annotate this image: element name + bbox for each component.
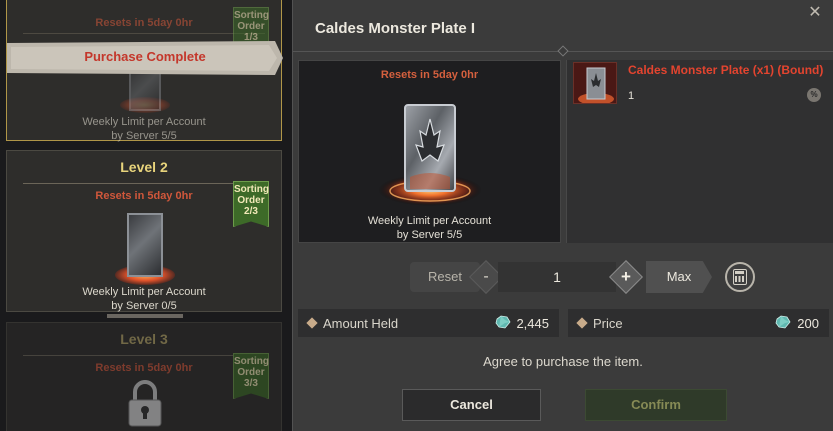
reward-item-icon[interactable] [573, 62, 617, 104]
amount-held-label: Amount Held [323, 316, 399, 331]
banner-text: Purchase Complete [84, 49, 206, 64]
diamond-bullet-icon [576, 317, 588, 329]
quantity-controls: Reset - 1 + Max [293, 258, 833, 298]
gem-currency-icon [775, 315, 791, 329]
amount-held-value: 2,445 [516, 316, 549, 331]
quantity-input[interactable]: 1 [498, 262, 616, 292]
calculator-icon [733, 269, 747, 285]
price-label: Price [593, 316, 623, 331]
reward-list: Caldes Monster Plate (x1) (Bound) 1 % [566, 60, 833, 243]
sorting-order-label: Sorting Order [234, 10, 269, 32]
diamond-bullet-icon [306, 317, 318, 329]
weekly-limit-line1: Weekly Limit per Account [367, 215, 492, 227]
minus-icon: - [483, 268, 489, 285]
purchase-complete-banner: Purchase Complete [7, 41, 283, 75]
amount-held-box: Amount Held 2,445 [298, 309, 559, 337]
price-value: 200 [797, 316, 819, 331]
close-icon: ✕ [808, 4, 822, 21]
max-button[interactable]: Max [646, 261, 712, 293]
gem-currency-icon [495, 315, 511, 329]
reward-item-quantity: 1 [628, 90, 635, 102]
card-title: Level 3 [120, 331, 168, 347]
monster-plate-thumb [578, 67, 614, 103]
weekly-limit-line1: Weekly Limit per Account [82, 286, 206, 298]
weekly-limit-line1: Weekly Limit per Account [82, 116, 206, 128]
weekly-limit-text: Weekly Limit per Account by Server 5/5 [7, 115, 281, 143]
card-slot-bar [107, 314, 183, 318]
item-preview: Resets in 5day 0hr Weekly Limit per Acco… [298, 60, 561, 243]
preview-weekly-limit: Weekly Limit per Account by Server 5/5 [299, 214, 560, 242]
shop-list-panel: Resets in 5day 0hr Sorting Order 1/3 Pur… [0, 0, 292, 431]
shop-card-level-1[interactable]: Resets in 5day 0hr Sorting Order 1/3 Pur… [6, 0, 283, 143]
purchase-dialog: Caldes Monster Plate I ✕ Resets in 5day … [292, 0, 833, 431]
sorting-order-ribbon: Sorting Order 3/3 [233, 353, 269, 399]
card-divider [23, 33, 265, 34]
lock-icon [128, 380, 162, 427]
monster-plate-icon [127, 213, 163, 277]
sorting-order-label: Sorting Order [234, 356, 269, 378]
sorting-order-label: Sorting Order [234, 184, 269, 206]
calculator-button[interactable] [725, 262, 755, 292]
price-box: Price 200 [568, 309, 829, 337]
shop-card-level-3[interactable]: Level 3 Resets in 5day 0hr Sorting Order… [6, 322, 282, 431]
card-divider [23, 355, 265, 356]
sorting-order-value: 3/3 [244, 378, 258, 389]
weekly-limit-line2: by Server 5/5 [396, 229, 463, 241]
weekly-limit-text: Weekly Limit per Account by Server 0/5 [7, 285, 281, 313]
agree-message: Agree to purchase the item. [483, 354, 643, 369]
sorting-order-ribbon: Sorting Order 2/3 [233, 181, 269, 227]
shop-card-level-2[interactable]: Level 2 Resets in 5day 0hr Sorting Order… [6, 150, 282, 318]
card-title: Level 2 [120, 159, 168, 175]
percent-info-button[interactable]: % [807, 88, 821, 102]
plus-icon: + [621, 267, 631, 286]
dialog-title: Caldes Monster Plate I [315, 20, 476, 37]
weekly-limit-line2: by Server 0/5 [111, 300, 177, 312]
reward-item-name: Caldes Monster Plate (x1) (Bound) [628, 63, 824, 77]
confirm-button[interactable]: Confirm [585, 389, 727, 421]
cancel-button[interactable]: Cancel [402, 389, 541, 421]
close-button[interactable]: ✕ [803, 4, 827, 22]
preview-reset-timer: Resets in 5day 0hr [380, 69, 479, 81]
weekly-limit-line2: by Server 5/5 [111, 130, 177, 142]
monster-plate-image [378, 104, 482, 206]
card-divider [23, 183, 265, 184]
reward-item-row: Caldes Monster Plate (x1) (Bound) 1 % [573, 60, 829, 106]
sorting-order-value: 2/3 [244, 206, 258, 217]
divider-ornament [557, 45, 569, 57]
